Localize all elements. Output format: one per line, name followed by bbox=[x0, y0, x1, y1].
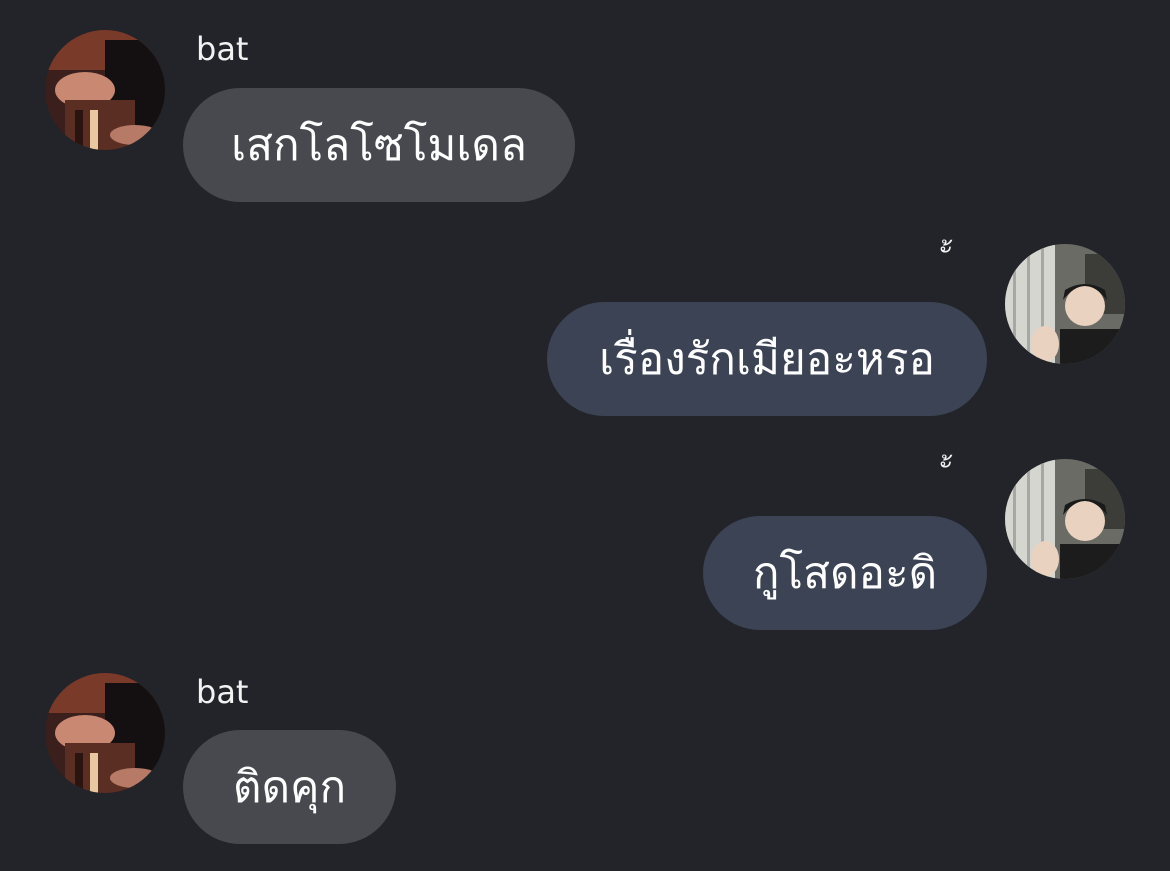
message-bubble[interactable]: เสกโลโซโมเดล bbox=[183, 88, 575, 202]
sender-name: bat bbox=[196, 30, 249, 68]
self-avatar[interactable] bbox=[1005, 459, 1125, 579]
sender-avatar[interactable] bbox=[45, 30, 165, 150]
self-avatar[interactable] bbox=[1005, 244, 1125, 364]
avatar-bat-icon bbox=[45, 30, 165, 150]
message-bubble[interactable]: ติดคุก bbox=[183, 730, 396, 844]
message-bubble[interactable]: เรื่องรักเมียอะหรอ bbox=[547, 302, 987, 416]
avatar-self-icon bbox=[1005, 244, 1125, 364]
message-bubble[interactable]: กูโสดอะดิ bbox=[703, 516, 987, 630]
sender-name: bat bbox=[196, 673, 249, 711]
sender-avatar[interactable] bbox=[45, 673, 165, 793]
avatar-bat-icon bbox=[45, 673, 165, 793]
avatar-self-icon bbox=[1005, 459, 1125, 579]
